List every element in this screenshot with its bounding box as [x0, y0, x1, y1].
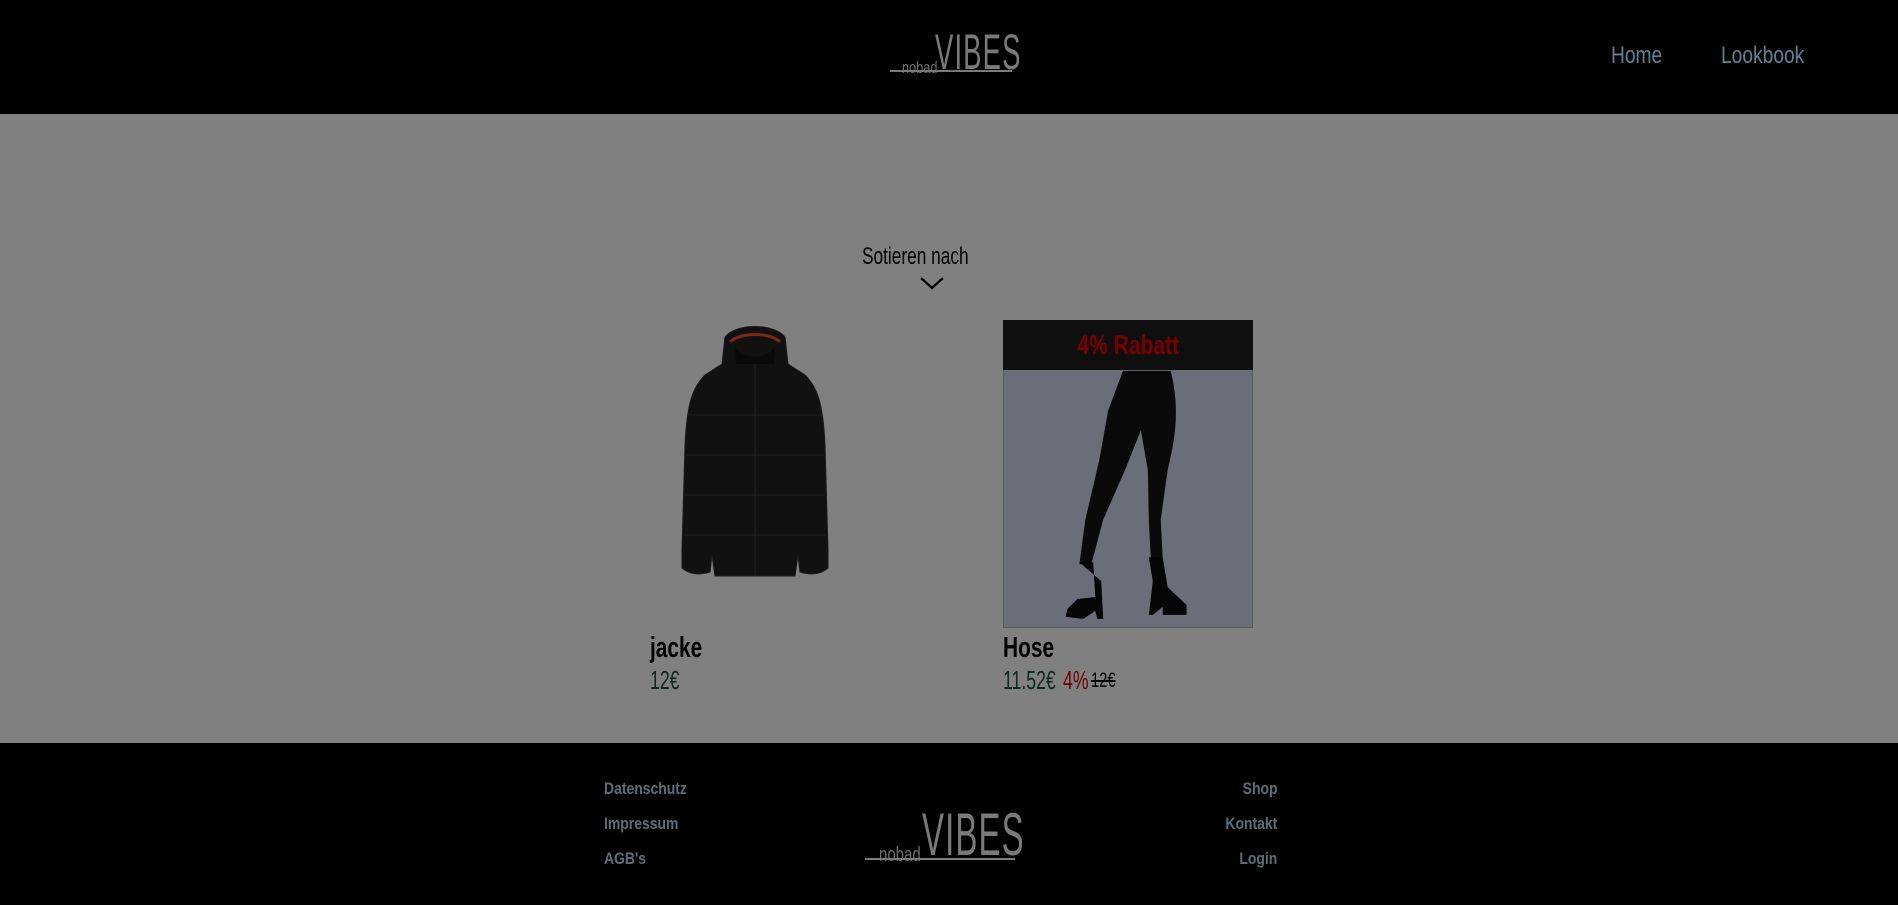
footer-link-agb[interactable]: AGB's [604, 849, 646, 869]
discount-badge-label: 4% Rabatt [1077, 330, 1179, 360]
product-price: 12€ [650, 665, 680, 695]
nav-home-link[interactable]: Home [1611, 42, 1662, 70]
product-name[interactable]: jacke [650, 632, 702, 665]
site-footer: Datenschutz Impressum AGB's nobad VIBES … [0, 743, 1898, 905]
footer-link-kontakt[interactable]: Kontakt [1225, 814, 1277, 834]
logo-prefix: nobad [879, 844, 921, 866]
footer-link-datenschutz[interactable]: Datenschutz [604, 779, 687, 799]
product-image-jacket[interactable] [650, 320, 900, 628]
footer-logo[interactable]: nobad VIBES [865, 804, 1024, 870]
product-discount: 4% [1063, 665, 1089, 695]
chevron-down-icon[interactable] [919, 275, 945, 291]
product-name[interactable]: Hose [1003, 632, 1054, 665]
footer-link-shop[interactable]: Shop [1242, 779, 1277, 799]
logo-underline [865, 858, 1015, 860]
product-old-price: 12€ [1091, 669, 1116, 692]
nav-lookbook-link[interactable]: Lookbook [1721, 42, 1804, 70]
discount-badge: 4% Rabatt [1003, 320, 1253, 370]
logo-name: VIBES [922, 801, 1025, 868]
footer-link-login[interactable]: Login [1239, 849, 1277, 869]
site-header: nobad VIBES Home Lookbook [0, 0, 1898, 114]
logo-underline [890, 70, 1012, 72]
footer-link-impressum[interactable]: Impressum [604, 814, 678, 834]
header-logo[interactable]: nobad VIBES [890, 26, 1020, 78]
product-price: 11.52€ [1003, 665, 1056, 695]
sort-label[interactable]: Sotieren nach [862, 243, 969, 271]
logo-prefix: nobad [902, 58, 938, 77]
